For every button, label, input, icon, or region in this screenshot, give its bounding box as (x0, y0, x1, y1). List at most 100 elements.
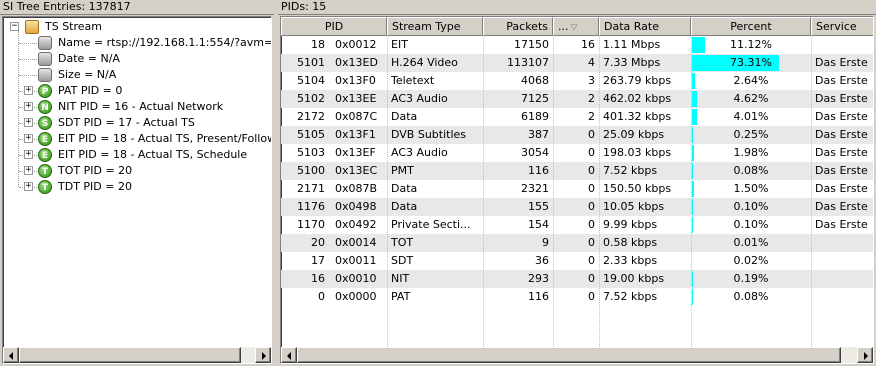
cell-packets: 36 (535, 254, 549, 267)
tree-scroll-thumb[interactable] (19, 347, 241, 363)
cell-pid: 16 (311, 272, 325, 285)
cell-pid-hex: 0x087C (335, 110, 378, 123)
table-row[interactable]: 5100 0x13EC PMT 116 0 7.52 kbps Das Erste 0.08% (281, 162, 873, 180)
cell-cc: 2 (588, 92, 595, 105)
cell-packets: 155 (528, 200, 549, 213)
table-row[interactable]: 5102 0x13EE AC3 Audio 7125 2 462.02 kbps Das E… (281, 90, 873, 108)
column-header-packets[interactable]: Packets (483, 17, 553, 36)
cell-service: Das Erste (815, 146, 868, 159)
expand-icon[interactable]: + (24, 134, 33, 143)
table-row[interactable]: 2172 0x087C Data 6189 2 401.32 kbps Das Erste 4… (281, 108, 873, 126)
column-separator (691, 36, 692, 347)
tree-scroll-right-button[interactable] (255, 347, 271, 363)
cell-packets: 116 (528, 290, 549, 303)
cell-pid-hex: 0x0012 (335, 38, 377, 51)
cell-percent: 4.01% (691, 108, 811, 126)
cell-packets: 116 (528, 164, 549, 177)
table-row[interactable]: 1170 0x0492 Private Secti... 154 0 9.99 kbps D… (281, 216, 873, 234)
tree-connector-line (34, 139, 37, 140)
percent-label: 11.12% (730, 38, 772, 51)
table-row[interactable]: 1176 0x0498 Data 155 0 10.05 kbps Das Erste 0.1… (281, 198, 873, 216)
percent-label: 1.98% (733, 146, 769, 159)
column-header-data-rate[interactable]: Data Rate (599, 17, 691, 36)
cell-cc: 0 (588, 128, 595, 141)
tree-connector-line (34, 91, 37, 92)
column-header-pid[interactable]: PID (281, 17, 387, 36)
table-row[interactable]: 2171 0x087B Data 2321 0 150.50 kbps Das Erste 1… (281, 180, 873, 198)
expand-icon[interactable]: + (24, 118, 33, 127)
table-row[interactable]: 5105 0x13F1 DVB Subtitles 387 0 25.09 kbps Das… (281, 126, 873, 144)
tree-connector-line (19, 59, 37, 60)
cell-pid-hex: 0x13ED (335, 56, 378, 69)
cell-pid: 5105 (297, 128, 325, 141)
table-node-icon: S (38, 116, 52, 130)
cell-data-rate: 263.79 kbps (603, 74, 672, 87)
percent-label: 0.10% (733, 200, 769, 213)
cell-service (811, 270, 873, 288)
tree-item-label: Size = N/A (58, 68, 117, 81)
table-row[interactable]: 20 0x0014 TOT 9 0 0.58 kbps 0.01% (281, 234, 873, 252)
cell-service (811, 36, 873, 54)
cell-data-rate: 9.99 kbps (603, 218, 658, 231)
tree-item-label: EIT PID = 18 - Actual TS, Schedule (58, 148, 248, 161)
cell-cc: 0 (588, 200, 595, 213)
column-separator (811, 36, 812, 347)
cell-service: Das Erste (815, 218, 868, 231)
table-node-icon: N (38, 100, 52, 114)
expand-icon[interactable]: + (24, 166, 33, 175)
column-header-percent[interactable]: Percent (691, 17, 811, 36)
table-row[interactable]: 5104 0x13F0 Teletext 4068 3 263.79 kbps Das Er… (281, 72, 873, 90)
cell-data-rate: 7.52 kbps (603, 290, 658, 303)
table-row[interactable]: 17 0x0011 SDT 36 0 2.33 kbps 0.02% (281, 252, 873, 270)
cell-pid: 5100 (297, 164, 325, 177)
folder-icon (25, 20, 39, 34)
tree-item-label: SDT PID = 17 - Actual TS (58, 116, 195, 129)
tree-horizontal-scrollbar[interactable] (3, 347, 271, 363)
cell-cc: 2 (588, 110, 595, 123)
cell-packets: 4068 (521, 74, 549, 87)
expand-icon[interactable]: + (24, 102, 33, 111)
cell-pid-hex: 0x0492 (335, 218, 377, 231)
cell-percent: 11.12% (691, 36, 811, 54)
table-row[interactable]: 18 0x0012 EIT 17150 16 1.11 Mbps 11.12% (281, 36, 873, 54)
table-scroll-right-button[interactable] (857, 347, 873, 363)
cell-stream-type: Data (391, 110, 418, 123)
table-scroll-left-button[interactable] (281, 347, 297, 363)
table-row[interactable]: 0 0x0000 PAT 116 0 7.52 kbps 0.08% (281, 288, 873, 306)
table-row[interactable]: 5101 0x13ED H.264 Video 113107 4 7.33 Mbps Das… (281, 54, 873, 72)
si-tree-view[interactable]: − TS Stream Name = rtsp://192.168.1.1:554/… (2, 16, 272, 364)
column-header-cc[interactable]: ... ▽ (553, 17, 599, 36)
cell-percent: 0.10% (691, 216, 811, 234)
cell-pid: 0 (318, 290, 325, 303)
column-header-label: Packets (506, 20, 548, 33)
table-row[interactable]: 5103 0x13EF AC3 Audio 3054 0 198.03 kbps Das E… (281, 144, 873, 162)
expand-icon[interactable]: + (24, 182, 33, 191)
cell-pid: 17 (311, 254, 325, 267)
table-horizontal-scrollbar[interactable] (281, 347, 873, 363)
tree-connector-line (18, 31, 19, 187)
column-header-service[interactable]: Service (811, 17, 873, 36)
pids-pane: PIDs: 15 PID Stream Type Packets ... ▽ Da… (278, 0, 876, 366)
table-node-icon: T (38, 164, 52, 178)
tree-scroll-left-button[interactable] (3, 347, 19, 363)
expand-icon[interactable]: + (24, 150, 33, 159)
tree-connector-line (34, 155, 37, 156)
pids-table-view[interactable]: PID Stream Type Packets ... ▽ Data Rate P… (280, 16, 874, 364)
column-separator (599, 36, 600, 347)
table-scroll-thumb[interactable] (297, 347, 841, 363)
cell-percent: 73.31% (691, 54, 811, 72)
column-header-stream-type[interactable]: Stream Type (387, 17, 483, 36)
cell-cc: 16 (581, 38, 595, 51)
cell-stream-type: TOT (391, 236, 414, 249)
expand-icon[interactable]: + (24, 86, 33, 95)
cell-packets: 2321 (521, 182, 549, 195)
cell-data-rate: 7.33 Mbps (603, 56, 661, 69)
table-row[interactable]: 16 0x0010 NIT 293 0 19.00 kbps 0.19% (281, 270, 873, 288)
collapse-icon[interactable]: − (10, 22, 19, 31)
cell-data-rate: 401.32 kbps (603, 110, 672, 123)
cell-percent: 0.19% (691, 270, 811, 288)
cell-data-rate: 19.00 kbps (603, 272, 665, 285)
property-icon (38, 36, 52, 50)
cell-cc: 0 (588, 182, 595, 195)
percent-label: 0.08% (733, 290, 769, 303)
